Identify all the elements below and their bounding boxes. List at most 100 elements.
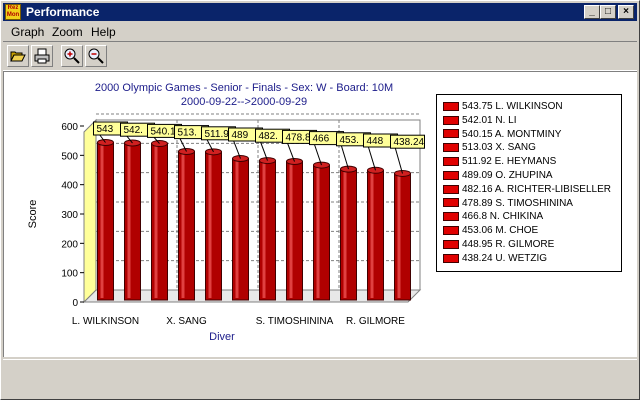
legend-item: 540.15 A. MONTMINY bbox=[443, 129, 561, 141]
data-label: 482. bbox=[259, 131, 278, 142]
print-icon bbox=[34, 48, 50, 64]
bar-highlight bbox=[208, 153, 212, 298]
x-tick-label: R. GILMORE bbox=[346, 316, 405, 327]
legend-item: 453.06 M. CHOE bbox=[443, 225, 538, 237]
data-label: 543 bbox=[97, 124, 114, 135]
x-tick-label: X. SANG bbox=[166, 316, 207, 327]
bar-chart: Score Diver 0100200300400500600 543 542. 54… bbox=[27, 113, 425, 343]
open-folder-icon bbox=[10, 51, 26, 62]
legend-label: 478.89 S. TIMOSHININA bbox=[462, 197, 573, 209]
legend-swatch bbox=[443, 115, 459, 125]
bar-cap bbox=[286, 158, 303, 166]
open-button[interactable] bbox=[7, 45, 29, 67]
bar bbox=[178, 151, 195, 301]
x-tick-label: L. WILKINSON bbox=[72, 316, 139, 327]
data-label: 448 bbox=[367, 136, 384, 147]
chart-area: 2000 Olympic Games - Senior - Finals - S… bbox=[3, 71, 637, 357]
legend-swatch bbox=[443, 226, 459, 236]
legend-item: 478.89 S. TIMOSHININA bbox=[443, 198, 573, 210]
legend-label: 513.03 X. SANG bbox=[462, 142, 536, 154]
menu-zoom[interactable]: Zoom bbox=[52, 25, 83, 39]
bar bbox=[313, 164, 330, 301]
legend-swatch bbox=[443, 184, 459, 194]
window-title: Performance bbox=[26, 5, 100, 19]
y-tick-label: 600 bbox=[61, 122, 78, 133]
close-button[interactable]: × bbox=[618, 5, 634, 19]
zoom-in-icon bbox=[64, 48, 80, 64]
data-label: 466 bbox=[313, 134, 330, 145]
legend-label: 540.15 A. MONTMINY bbox=[462, 128, 562, 140]
legend-swatch bbox=[443, 143, 459, 153]
maximize-button[interactable]: □ bbox=[600, 5, 616, 19]
bar-highlight bbox=[181, 153, 185, 298]
legend-label: 511.92 E. HEYMANS bbox=[462, 156, 557, 168]
bar bbox=[259, 160, 276, 301]
legend-item: 543.75 L. WILKINSON bbox=[443, 101, 563, 113]
bar-highlight bbox=[262, 162, 266, 298]
y-tick-label: 100 bbox=[61, 269, 78, 280]
data-label: 489 bbox=[232, 130, 249, 141]
legend-swatch bbox=[443, 157, 459, 167]
y-tick-label: 500 bbox=[61, 151, 78, 162]
bar-cap bbox=[259, 157, 276, 165]
legend-label: 466.8 N. CHIKINA bbox=[462, 211, 544, 223]
bar-highlight bbox=[100, 144, 104, 298]
legend-label: 543.75 L. WILKINSON bbox=[462, 101, 563, 112]
bar-highlight bbox=[397, 175, 401, 298]
legend-item: 542.01 N. LI bbox=[443, 115, 516, 127]
bar bbox=[367, 169, 384, 301]
x-tick-label: S. TIMOSHININA bbox=[256, 316, 334, 327]
legend-item: 448.95 R. GILMORE bbox=[443, 239, 554, 251]
chart-left-wall bbox=[83, 118, 97, 304]
status-bar bbox=[3, 359, 637, 398]
data-label: 453. bbox=[340, 135, 359, 146]
legend-swatch bbox=[443, 253, 459, 263]
y-tick-label: 200 bbox=[61, 239, 78, 250]
legend-item: 511.92 E. HEYMANS bbox=[443, 156, 556, 168]
x-axis-label: Diver bbox=[209, 331, 235, 343]
bar bbox=[394, 172, 411, 301]
chart-legend: 543.75 L. WILKINSON 542.01 N. LI 540.15 A.… bbox=[436, 94, 622, 272]
menu-graph[interactable]: Graph bbox=[11, 25, 44, 39]
legend-swatch bbox=[443, 170, 459, 180]
legend-swatch bbox=[443, 212, 459, 222]
legend-label: 489.09 O. ZHUPINA bbox=[462, 170, 553, 181]
legend-label: 438.24 U. WETZIG bbox=[462, 252, 548, 264]
bar-highlight bbox=[343, 171, 347, 298]
menu-bar: Graph Zoom Help bbox=[3, 22, 637, 40]
app-logo-icon: Rez Mon bbox=[5, 4, 21, 20]
bar-highlight bbox=[289, 163, 293, 298]
bar-cap bbox=[124, 139, 141, 147]
menu-help[interactable]: Help bbox=[91, 25, 116, 39]
bar bbox=[232, 158, 249, 301]
bar bbox=[151, 143, 168, 301]
y-tick-label: 400 bbox=[61, 181, 78, 192]
legend-label: 482.16 A. RICHTER-LIBISELLER bbox=[462, 183, 611, 195]
print-button[interactable] bbox=[31, 45, 53, 67]
bar bbox=[340, 168, 357, 301]
legend-swatch bbox=[443, 198, 459, 208]
bar-highlight bbox=[154, 145, 158, 298]
bar bbox=[97, 142, 114, 301]
bar bbox=[286, 161, 303, 301]
title-bar[interactable]: Rez Mon Performance _ □ × bbox=[3, 3, 637, 21]
legend-item: 482.16 A. RICHTER-LIBISELLER bbox=[443, 184, 611, 196]
bar bbox=[205, 151, 222, 301]
bar-highlight bbox=[316, 167, 320, 298]
bar-highlight bbox=[127, 145, 131, 298]
y-tick-label: 0 bbox=[72, 298, 78, 309]
performance-window: Rez Mon Performance _ □ × Graph Zoom Hel… bbox=[0, 0, 640, 400]
y-tick-label: 300 bbox=[61, 210, 78, 221]
legend-swatch bbox=[443, 101, 459, 111]
legend-swatch bbox=[443, 129, 459, 139]
data-label: 438.24 bbox=[394, 137, 425, 148]
toolbar bbox=[3, 41, 637, 71]
legend-item: 513.03 X. SANG bbox=[443, 142, 536, 154]
zoom-out-button[interactable] bbox=[85, 45, 107, 67]
legend-label: 448.95 R. GILMORE bbox=[462, 239, 555, 250]
legend-label: 453.06 M. CHOE bbox=[462, 225, 539, 237]
minimize-button[interactable]: _ bbox=[584, 5, 600, 19]
zoom-in-button[interactable] bbox=[61, 45, 83, 67]
data-label: 513. bbox=[178, 128, 197, 139]
bar bbox=[124, 142, 141, 301]
